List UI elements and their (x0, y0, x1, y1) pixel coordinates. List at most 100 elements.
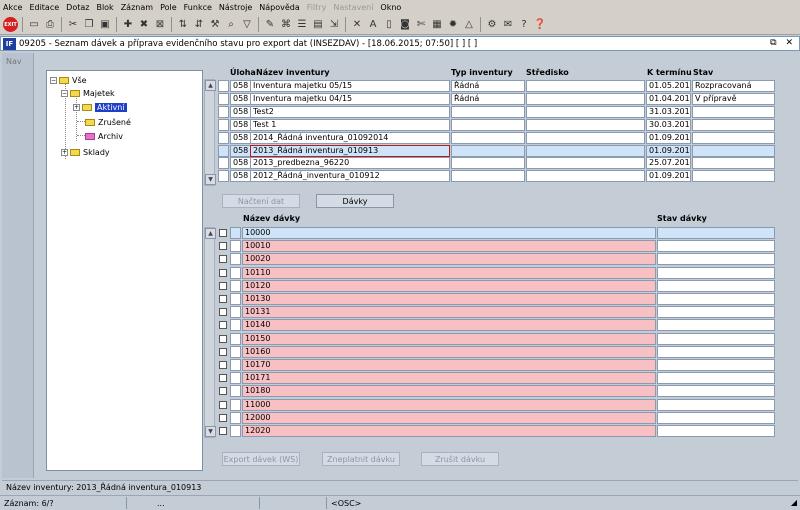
tree-node-sklady[interactable]: + Sklady (61, 146, 110, 158)
row-selector[interactable] (218, 92, 229, 105)
batch-cell-stav[interactable] (657, 359, 775, 371)
collapse-icon[interactable]: − (61, 89, 68, 97)
inventory-cell-stav[interactable]: Rozpracovaná (692, 80, 775, 92)
inventory-cell-nazev[interactable]: Test2 (250, 105, 450, 118)
batch-checkbox[interactable] (219, 268, 227, 277)
resize-grip-icon[interactable]: ◢ (791, 498, 797, 507)
row-selector[interactable] (218, 131, 229, 144)
expand-icon[interactable]: + (73, 103, 80, 111)
menu-item[interactable]: Okno (380, 3, 401, 12)
menu-item[interactable]: Filtry (307, 3, 327, 12)
cross-icon[interactable]: ✕ (350, 18, 364, 32)
batch-cell-nazev[interactable]: 10120 (242, 279, 656, 292)
batch-checkbox[interactable] (219, 229, 227, 237)
inventory-cell-stav[interactable]: V přípravě (692, 92, 775, 105)
batch-checkbox[interactable] (219, 413, 227, 422)
inventory-cell-uloha[interactable]: 058 (230, 105, 251, 118)
inventory-cell-termin[interactable]: 25.07.2013 (646, 157, 691, 170)
batch-checkbox[interactable] (219, 321, 227, 330)
batch-cell-nazev[interactable]: 11000 (242, 398, 656, 411)
scroll-down-icon[interactable]: ▼ (205, 426, 216, 437)
clipboard-icon[interactable]: ▤ (311, 18, 325, 32)
batch-checkbox[interactable] (219, 334, 227, 343)
batch-cell-nazev[interactable]: 12000 (242, 411, 656, 424)
first-record-icon[interactable]: ⇵ (192, 18, 206, 32)
menu-item[interactable]: Pole (160, 3, 177, 12)
help-icon[interactable]: ? (517, 18, 531, 32)
batch-cell-stav[interactable] (657, 372, 775, 385)
batch-cell-stav[interactable] (657, 332, 775, 345)
menu-item[interactable]: Funkce (184, 3, 212, 12)
row-selector[interactable] (230, 345, 241, 358)
zrusit-davku-button[interactable]: Zrušit dávku (421, 452, 499, 466)
warning-icon[interactable]: △ (462, 18, 476, 32)
row-selector[interactable] (230, 293, 241, 305)
batch-cell-stav[interactable] (657, 240, 775, 253)
batch-cell-nazev[interactable]: 10020 (242, 253, 656, 266)
row-selector[interactable] (218, 105, 229, 118)
batch-cell-nazev[interactable]: 10010 (242, 240, 656, 253)
row-selector[interactable] (230, 411, 241, 424)
batches-scrollbar[interactable]: ▲ ▼ (204, 227, 216, 438)
batch-checkbox[interactable] (219, 308, 227, 317)
menu-item[interactable]: Dotaz (66, 3, 89, 12)
expand-icon[interactable]: + (61, 148, 68, 156)
lock-icon[interactable]: ⊠ (153, 18, 167, 32)
inventory-cell-nazev[interactable]: Test 1 (250, 118, 450, 131)
export-icon[interactable]: ⇲ (327, 18, 341, 32)
inventory-cell-stav[interactable] (692, 105, 775, 118)
row-selector[interactable] (230, 359, 241, 371)
batch-cell-nazev[interactable]: 10150 (242, 332, 656, 345)
inventory-cell-nazev[interactable]: Inventura majetku 04/15 (250, 92, 450, 105)
new-record-icon[interactable]: ✚ (121, 18, 135, 32)
menu-item[interactable]: Nápověda (259, 3, 300, 12)
help-question-icon[interactable]: ❓ (533, 18, 547, 32)
menu-item[interactable]: Nástroje (219, 3, 252, 12)
batch-cell-nazev[interactable]: 10170 (242, 359, 656, 371)
cut-icon[interactable]: ✂ (66, 18, 80, 32)
mail-icon[interactable]: ✉ (501, 18, 515, 32)
inventory-cell-nazev[interactable]: 2013_Řádná inventura_010913 (250, 144, 450, 157)
inventory-cell-nazev[interactable]: 2013_predbezna_96220 (250, 157, 450, 170)
menu-item[interactable]: Akce (3, 3, 22, 12)
inventory-cell-termin[interactable]: 30.03.2015 (646, 118, 691, 131)
inventory-cell-typ[interactable] (451, 118, 525, 131)
inventory-cell-stredisko[interactable] (526, 144, 645, 157)
print-icon[interactable]: ⎙ (43, 18, 57, 32)
inventory-cell-uloha[interactable]: 058 (230, 144, 251, 157)
batch-cell-stav[interactable] (657, 266, 775, 279)
batch-cell-stav[interactable] (657, 345, 775, 358)
inventory-cell-termin[interactable]: 01.09.2013 (646, 144, 691, 157)
camera-icon[interactable]: ◙ (398, 18, 412, 32)
batch-checkbox[interactable] (219, 295, 227, 303)
row-selector[interactable] (230, 398, 241, 411)
inventory-cell-stav[interactable] (692, 170, 775, 183)
menu-item[interactable]: Záznam (121, 3, 153, 12)
list-icon[interactable]: ☰ (295, 18, 309, 32)
inventory-cell-stredisko[interactable] (526, 131, 645, 144)
tool-icon[interactable]: ⚙ (485, 18, 499, 32)
inventory-cell-stav[interactable] (692, 118, 775, 131)
batch-cell-stav[interactable] (657, 398, 775, 411)
batch-cell-nazev[interactable]: 10131 (242, 306, 656, 319)
inventory-cell-uloha[interactable]: 058 (230, 92, 251, 105)
row-selector[interactable] (218, 170, 229, 183)
batch-cell-nazev[interactable]: 10000 (242, 227, 656, 239)
batch-cell-stav[interactable] (657, 425, 775, 437)
menu-item[interactable]: Editace (29, 3, 59, 12)
inventory-cell-termin[interactable]: 31.03.2015 (646, 105, 691, 118)
scroll-up-icon[interactable]: ▲ (205, 228, 216, 239)
batch-checkbox[interactable] (219, 347, 227, 356)
batch-cell-nazev[interactable]: 10130 (242, 293, 656, 305)
row-selector[interactable] (230, 319, 241, 332)
inventory-cell-typ[interactable]: Řádná (451, 92, 525, 105)
inventory-cell-nazev[interactable]: 2014_Řádná inventura_01092014 (250, 131, 450, 144)
inventory-cell-stredisko[interactable] (526, 105, 645, 118)
inventory-cell-termin[interactable]: 01.04.2015 (646, 92, 691, 105)
inventory-cell-stav[interactable] (692, 157, 775, 170)
save-icon[interactable]: ▭ (27, 18, 41, 32)
export-davek-button[interactable]: Export dávek (WS) (222, 452, 300, 466)
batch-cell-stav[interactable] (657, 279, 775, 292)
batch-checkbox[interactable] (219, 281, 227, 290)
batch-checkbox[interactable] (219, 400, 227, 409)
